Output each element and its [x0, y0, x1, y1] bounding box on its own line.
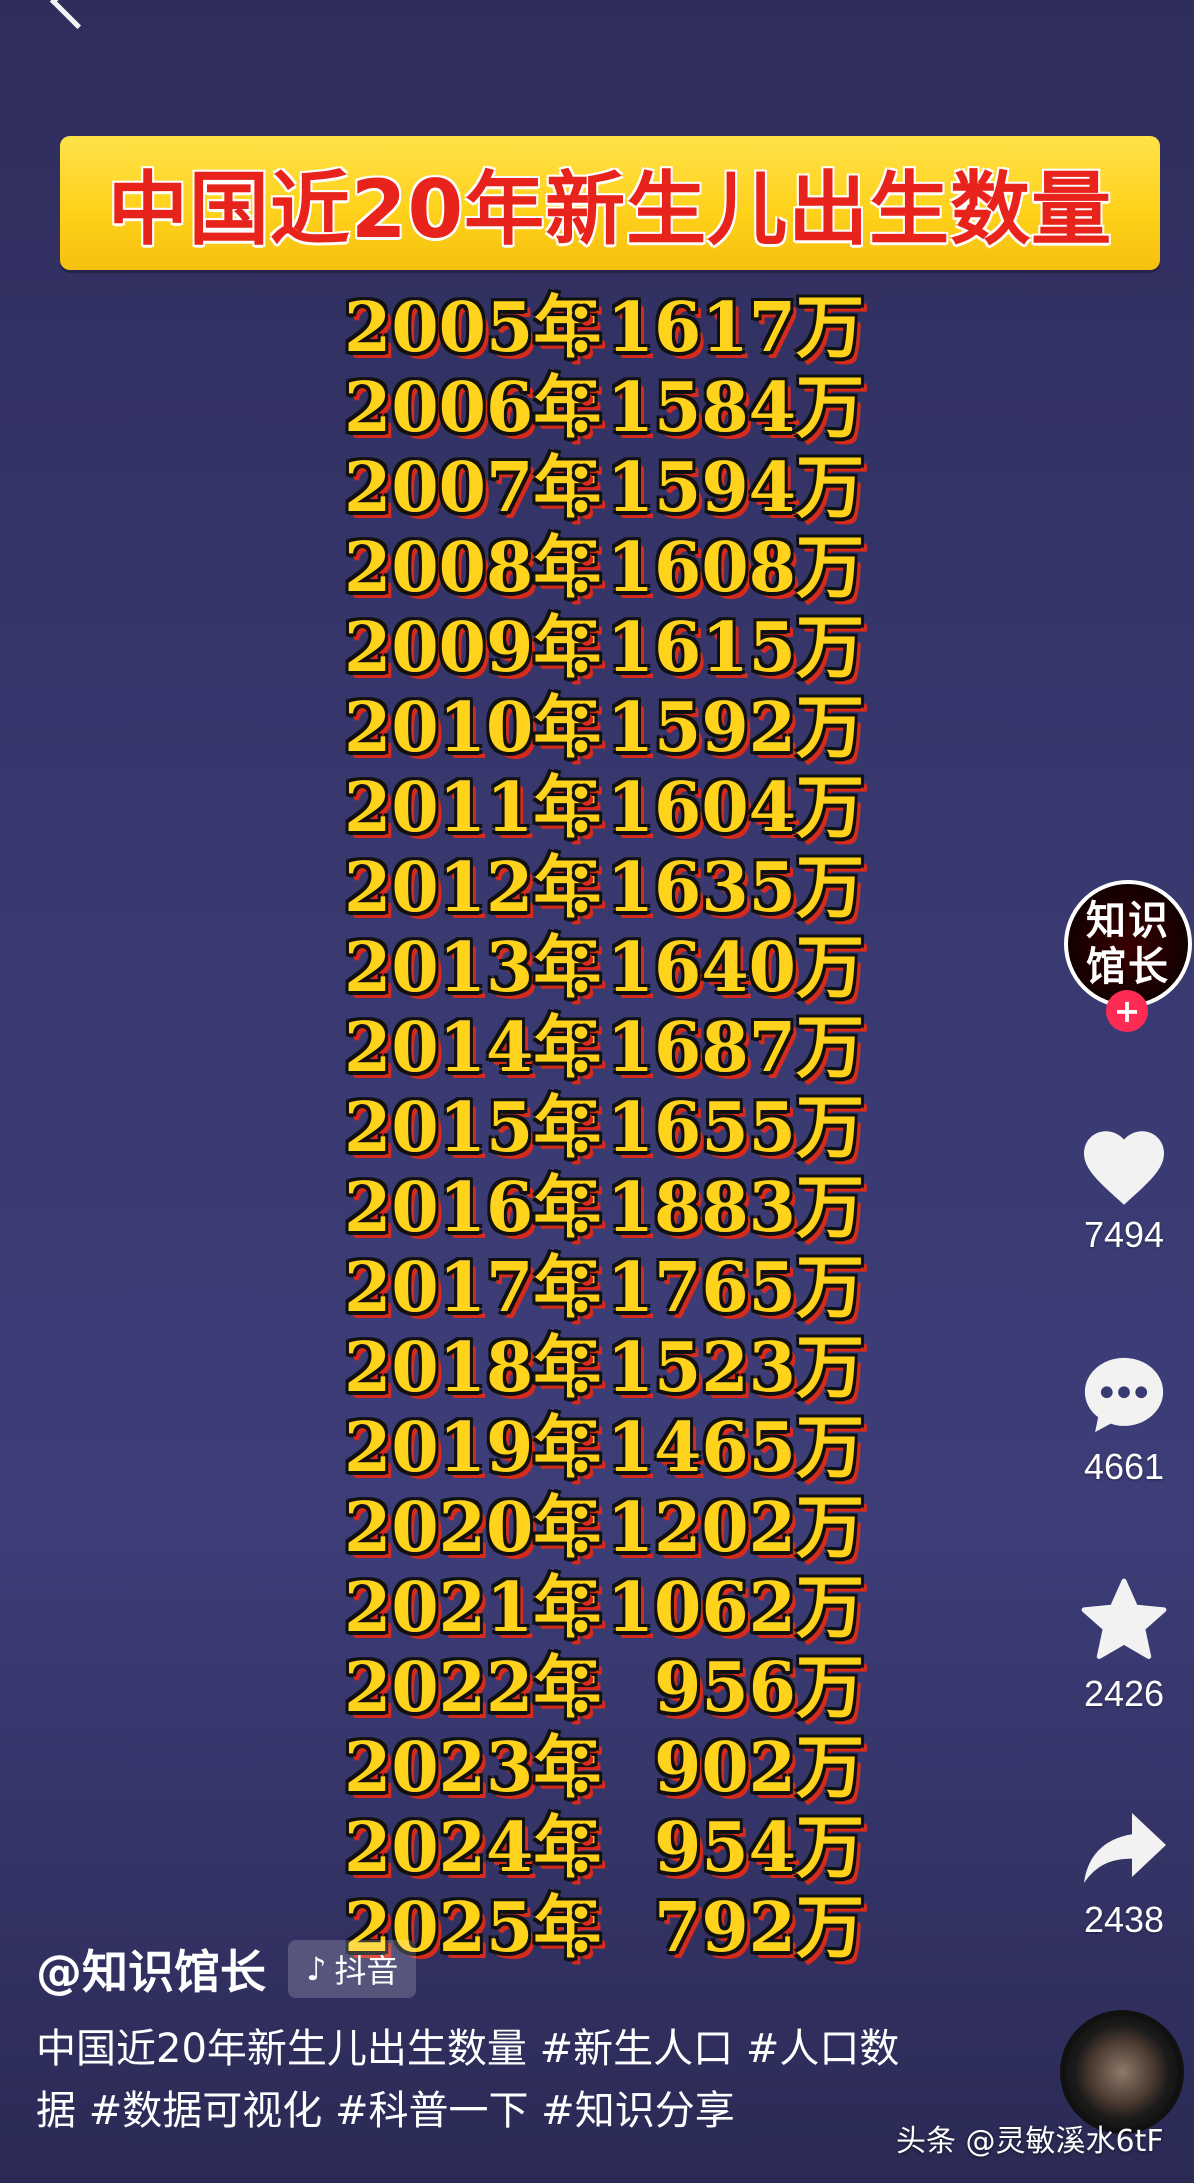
- year-label: 2008年: [344, 528, 602, 608]
- year-label: 2015年: [344, 1088, 602, 1168]
- year-label: 2009年: [344, 608, 602, 688]
- year-row: 2024年： 954万: [332, 1808, 892, 1888]
- year-label: 2007年: [344, 448, 602, 528]
- share-button[interactable]: 2438: [1054, 1805, 1194, 1941]
- year-label: 2010年: [344, 688, 602, 768]
- birth-count-value: 1584万: [606, 368, 864, 448]
- row-colon: ：: [564, 1888, 633, 1968]
- birth-count-value: 954万: [654, 1808, 864, 1888]
- platform-label: 抖音: [334, 1952, 399, 1990]
- year-row: 2023年： 902万: [332, 1728, 892, 1808]
- year-label: 2024年: [344, 1808, 602, 1888]
- year-row: 2010年： 1592万: [332, 688, 892, 768]
- year-row: 2016年： 1883万: [332, 1168, 892, 1248]
- like-count: 7494: [1083, 1214, 1165, 1255]
- year-label: 2017年: [344, 1248, 602, 1328]
- birth-count-value: 1062万: [606, 1568, 864, 1648]
- birth-count-value: 1523万: [606, 1328, 864, 1408]
- birth-count-value: 1640万: [606, 928, 864, 1008]
- year-row: 2019年： 1465万: [332, 1408, 892, 1488]
- birth-count-value: 1465万: [606, 1408, 864, 1488]
- comment-icon: [1084, 1357, 1164, 1433]
- year-row: 2006年： 1584万: [332, 368, 892, 448]
- birth-count-value: 1594万: [606, 448, 864, 528]
- favorite-count: 2426: [1083, 1673, 1165, 1714]
- year-label: 2012年: [344, 848, 602, 928]
- year-row: 2005年： 1617万: [332, 288, 892, 368]
- star-icon: [1081, 1578, 1167, 1659]
- birth-count-value: 1655万: [606, 1088, 864, 1168]
- year-row: 2015年： 1655万: [332, 1088, 892, 1168]
- year-row: 2007年： 1594万: [332, 448, 892, 528]
- music-note-icon: ♪: [306, 1950, 327, 1988]
- year-label: 2011年: [344, 768, 602, 848]
- comment-button[interactable]: 4661: [1054, 1350, 1194, 1488]
- year-label: 2023年: [344, 1728, 602, 1808]
- birth-count-value: 1202万: [606, 1488, 864, 1568]
- birth-count-value: 1687万: [606, 1008, 864, 1088]
- follow-button[interactable]: +: [1106, 990, 1148, 1032]
- year-label: 2014年: [344, 1008, 602, 1088]
- year-label: 2005年: [344, 288, 602, 368]
- platform-tag: ♪ 抖音: [288, 1940, 417, 1998]
- year-label: 2020年: [344, 1488, 602, 1568]
- birth-count-value: 1883万: [606, 1168, 864, 1248]
- title-banner: 中国近20年新生儿出生数量: [60, 136, 1160, 270]
- year-row: 2017年： 1765万: [332, 1248, 892, 1328]
- birth-data-list: 2005年： 1617万 2006年： 1584万 2007年： 1594万 2008年： 1…: [332, 288, 892, 1968]
- year-row: 2012年： 1635万: [332, 848, 892, 928]
- year-row: 2018年： 1523万: [332, 1328, 892, 1408]
- year-label: 2021年: [344, 1568, 602, 1648]
- year-label: 2013年: [344, 928, 602, 1008]
- author-name[interactable]: @知识馆长: [36, 1936, 266, 2002]
- year-row: 2013年： 1640万: [332, 928, 892, 1008]
- year-row: 2008年： 1608万: [332, 528, 892, 608]
- author-row: @知识馆长 ♪ 抖音: [36, 1936, 417, 2002]
- year-row: 2011年： 1604万: [332, 768, 892, 848]
- birth-count-value: 1608万: [606, 528, 864, 608]
- birth-count-value: 1617万: [606, 288, 864, 368]
- year-row: 2021年： 1062万: [332, 1568, 892, 1648]
- year-row: 2009年： 1615万: [332, 608, 892, 688]
- row-colon: ：: [564, 1648, 633, 1728]
- page-title: 中国近20年新生儿出生数量: [107, 163, 1113, 256]
- back-icon[interactable]: [49, 0, 106, 30]
- birth-count-value: 902万: [654, 1728, 864, 1808]
- watermark: 头条 @灵敏溪水6tF: [896, 2124, 1164, 2159]
- birth-count-value: 1615万: [606, 608, 864, 688]
- birth-count-value: 956万: [654, 1648, 864, 1728]
- year-row: 2020年： 1202万: [332, 1488, 892, 1568]
- year-label: 2016年: [344, 1168, 602, 1248]
- year-label: 2006年: [344, 368, 602, 448]
- video-caption[interactable]: 中国近20年新生儿出生数量 #新生人口 #人口数据 #数据可视化 #科普一下 #…: [36, 2018, 936, 2142]
- avatar[interactable]: 知识 馆长: [1064, 880, 1192, 1008]
- year-label: 2018年: [344, 1328, 602, 1408]
- year-label: 2022年: [344, 1648, 602, 1728]
- avatar-text-line2: 馆长: [1086, 944, 1170, 990]
- birth-count-value: 1765万: [606, 1248, 864, 1328]
- row-colon: ：: [564, 1728, 633, 1808]
- favorite-button[interactable]: 2426: [1054, 1575, 1194, 1715]
- birth-count-value: 1635万: [606, 848, 864, 928]
- avatar-text-line1: 知识: [1086, 898, 1170, 944]
- row-colon: ：: [564, 1808, 633, 1888]
- birth-count-value: 1604万: [606, 768, 864, 848]
- year-row: 2022年： 956万: [332, 1648, 892, 1728]
- heart-icon: [1084, 1131, 1164, 1205]
- comment-count: 4661: [1083, 1446, 1165, 1487]
- birth-count-value: 1592万: [606, 688, 864, 768]
- like-button[interactable]: 7494: [1054, 1120, 1194, 1256]
- year-row: 2014年： 1687万: [332, 1008, 892, 1088]
- share-arrow-icon: [1084, 1813, 1166, 1883]
- year-label: 2019年: [344, 1408, 602, 1488]
- birth-count-value: 792万: [654, 1888, 864, 1968]
- share-count: 2438: [1083, 1899, 1165, 1940]
